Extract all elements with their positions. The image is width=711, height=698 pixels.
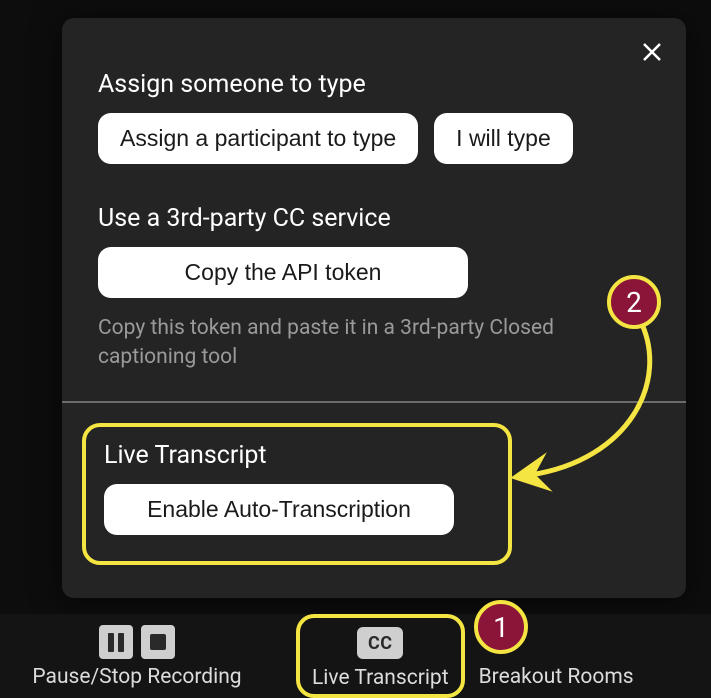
- cc-options-panel: Assign someone to type Assign a particip…: [62, 18, 686, 598]
- live-transcript-heading: Live Transcript: [104, 441, 490, 470]
- close-button[interactable]: [640, 40, 664, 68]
- enable-auto-transcription-button[interactable]: Enable Auto-Transcription: [104, 484, 454, 535]
- annotation-step-1: 1: [474, 600, 528, 654]
- toolbar-breakout-label: Breakout Rooms: [479, 665, 634, 689]
- meeting-toolbar: Pause/Stop Recording CC Live Transcript …: [0, 614, 711, 698]
- assign-button-row: Assign a participant to type I will type: [98, 113, 650, 164]
- toolbar-live-transcript[interactable]: CC Live Transcript: [312, 624, 449, 690]
- pause-icon: [99, 625, 133, 659]
- annotation-step-2: 2: [607, 275, 661, 329]
- toolbar-record-label: Pause/Stop Recording: [32, 665, 241, 689]
- breakout-rooms-icon: [538, 624, 574, 660]
- thirdparty-heading: Use a 3rd-party CC service: [98, 204, 650, 233]
- assign-participant-button[interactable]: Assign a participant to type: [98, 113, 418, 164]
- thirdparty-hint: Copy this token and paste it in a 3rd-pa…: [98, 314, 650, 373]
- assign-section: Assign someone to type Assign a particip…: [62, 18, 686, 164]
- copy-api-token-button[interactable]: Copy the API token: [98, 247, 468, 298]
- stop-icon: [141, 625, 175, 659]
- thirdparty-section: Use a 3rd-party CC service Copy the API …: [62, 204, 686, 373]
- live-transcript-section: Live Transcript Enable Auto-Transcriptio…: [82, 423, 512, 565]
- i-will-type-button[interactable]: I will type: [434, 113, 573, 164]
- assign-heading: Assign someone to type: [98, 70, 650, 99]
- toolbar-live-transcript-highlight: CC Live Transcript: [296, 614, 465, 698]
- toolbar-record[interactable]: Pause/Stop Recording: [22, 623, 252, 689]
- divider: [62, 401, 686, 403]
- close-icon: [640, 40, 664, 64]
- cc-icon: CC: [357, 627, 403, 659]
- toolbar-live-transcript-label: Live Transcript: [312, 666, 449, 690]
